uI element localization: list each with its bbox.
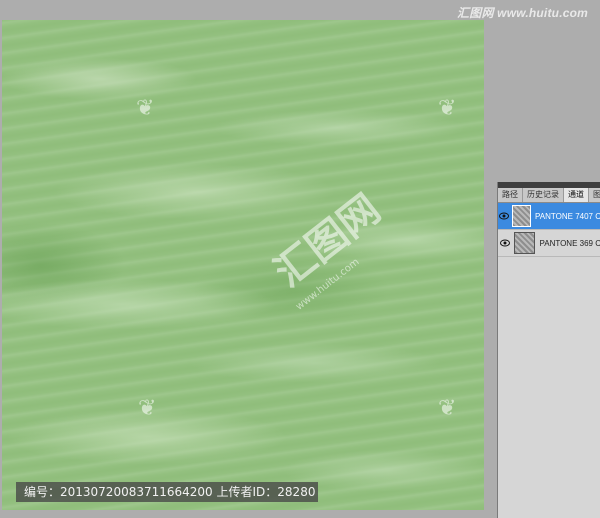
channel-list: PANTONE 7407 C PANTONE 369 C [498, 203, 600, 257]
site-watermark: 汇图网 www.huitu.com [457, 6, 588, 20]
channel-row-pantone-7407c[interactable]: PANTONE 7407 C [498, 203, 600, 230]
channel-thumbnail [513, 232, 536, 254]
channels-panel: 路径 历史记录 通道 图 PANTONE 7407 C PANTONE 369 … [497, 182, 600, 518]
tab-history[interactable]: 历史记录 [523, 188, 564, 202]
channel-label: PANTONE 7407 C [535, 211, 600, 221]
document-canvas[interactable]: ❦ ❦ ❦ ❦ 汇图网 www.huitu.com [2, 20, 484, 510]
visibility-eye-icon[interactable] [498, 203, 510, 229]
channel-label: PANTONE 369 C [539, 238, 600, 248]
watermark-leaf-icon: ❦ [138, 396, 157, 421]
tab-layers[interactable]: 图 [589, 188, 600, 202]
panel-tabs: 路径 历史记录 通道 图 [498, 188, 600, 203]
watermark-leaf-icon: ❦ [438, 396, 457, 421]
image-info-bar: 编号：20130720083711664200 上传者ID：28280 [16, 482, 318, 502]
watermark-leaf-icon: ❦ [438, 96, 457, 121]
tab-paths[interactable]: 路径 [498, 188, 523, 202]
tab-channels[interactable]: 通道 [564, 188, 589, 202]
channel-row-pantone-369c[interactable]: PANTONE 369 C [498, 230, 600, 257]
visibility-eye-icon[interactable] [498, 230, 512, 256]
channel-thumbnail [511, 205, 532, 227]
watermark-leaf-icon: ❦ [136, 96, 155, 121]
